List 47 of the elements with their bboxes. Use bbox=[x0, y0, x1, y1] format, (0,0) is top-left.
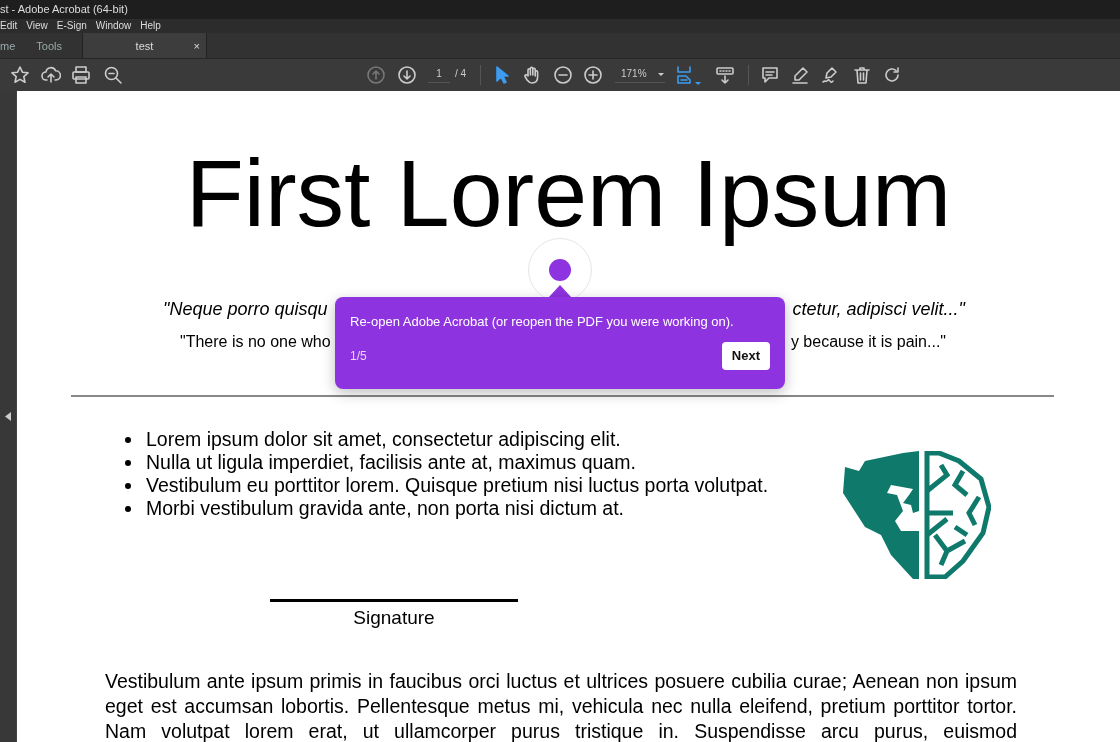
zoom-dropdown[interactable]: 171% bbox=[615, 66, 665, 83]
highlighter-icon[interactable] bbox=[790, 65, 810, 85]
tab[interactable]: me bbox=[0, 33, 16, 58]
trash-icon[interactable] bbox=[852, 65, 872, 85]
star-icon[interactable] bbox=[10, 65, 30, 85]
window-title: st - Adobe Acrobat (64-bit) bbox=[0, 3, 128, 15]
bullet-dot bbox=[125, 482, 131, 489]
comment-icon[interactable] bbox=[760, 65, 780, 85]
menu-item[interactable]: Help bbox=[140, 19, 161, 33]
zoom-out-icon[interactable] bbox=[553, 65, 573, 85]
menu-item[interactable]: Edit bbox=[0, 19, 18, 33]
tour-text: Re-open Adobe Acrobat (or reopen the PDF you were working on). bbox=[350, 313, 735, 331]
list-item: Vestibulum eu porttitor lorem. Quisque pretium nisi luctus porta volutpat. bbox=[146, 474, 769, 498]
bullet-dot bbox=[125, 459, 131, 466]
menu-item[interactable]: View bbox=[26, 19, 48, 33]
print-icon[interactable] bbox=[71, 65, 91, 85]
next-page-icon[interactable] bbox=[397, 65, 417, 85]
close-icon[interactable]: × bbox=[193, 33, 200, 59]
fit-page-icon[interactable] bbox=[674, 65, 694, 85]
scroll-mode-icon[interactable] bbox=[715, 65, 735, 85]
zoom-search-icon[interactable] bbox=[103, 65, 123, 85]
signature-label: Signature bbox=[352, 607, 436, 630]
menu-item[interactable]: E-Sign bbox=[56, 19, 87, 33]
caret-icon bbox=[656, 70, 665, 78]
bullet-dot bbox=[125, 505, 131, 512]
quote-text: "Neque porro quisqu bbox=[163, 298, 328, 322]
menu-item[interactable]: Window bbox=[95, 19, 132, 33]
tab[interactable]: Tools bbox=[36, 33, 62, 58]
next-button[interactable]: Next bbox=[721, 342, 770, 370]
document-heading: First Lorem Ipsum bbox=[184, 139, 953, 248]
quote-text: y because it is pain..." bbox=[790, 332, 946, 353]
list-item: Morbi vestibulum gravida ante, non porta nisi dictum at. bbox=[146, 497, 624, 521]
list-item: Nulla ut ligula imperdiet, facilisis ante at, maximus quam. bbox=[146, 451, 636, 475]
page-count: / 4 bbox=[455, 67, 467, 81]
collapse-arrow-icon[interactable] bbox=[5, 412, 11, 421]
tab[interactable]: test × bbox=[81, 33, 207, 58]
quote-text: "There is no one who bbox=[180, 332, 331, 353]
zoom-in-icon[interactable] bbox=[583, 65, 603, 85]
upload-icon[interactable] bbox=[41, 65, 61, 85]
rotate-icon[interactable] bbox=[882, 65, 902, 85]
page-number-field[interactable]: 1 bbox=[428, 66, 450, 83]
quote-text: ctetur, adipisci velit..." bbox=[792, 298, 965, 322]
bullet-dot bbox=[125, 436, 131, 443]
list-item: Lorem ipsum dolor sit amet, consectetur adipiscing elit. bbox=[146, 428, 621, 452]
body-paragraph: Vestibulum ante ipsum primis in faucibus orci luctus et ultrices posuere cubilia curae; Aenean non ipsum eget est accumsan lobortis. Pellentesque metus mi, vehicula nec nulla eleifend, pretium porttitor tortor. Nam volutpat lorem erat, ut ullamcorper purus tristique in. Suspendisse arcu purus, euismod bbox=[105, 669, 1017, 742]
step-counter: 1/5 bbox=[350, 348, 367, 365]
signature-pen-icon[interactable] bbox=[820, 65, 840, 85]
